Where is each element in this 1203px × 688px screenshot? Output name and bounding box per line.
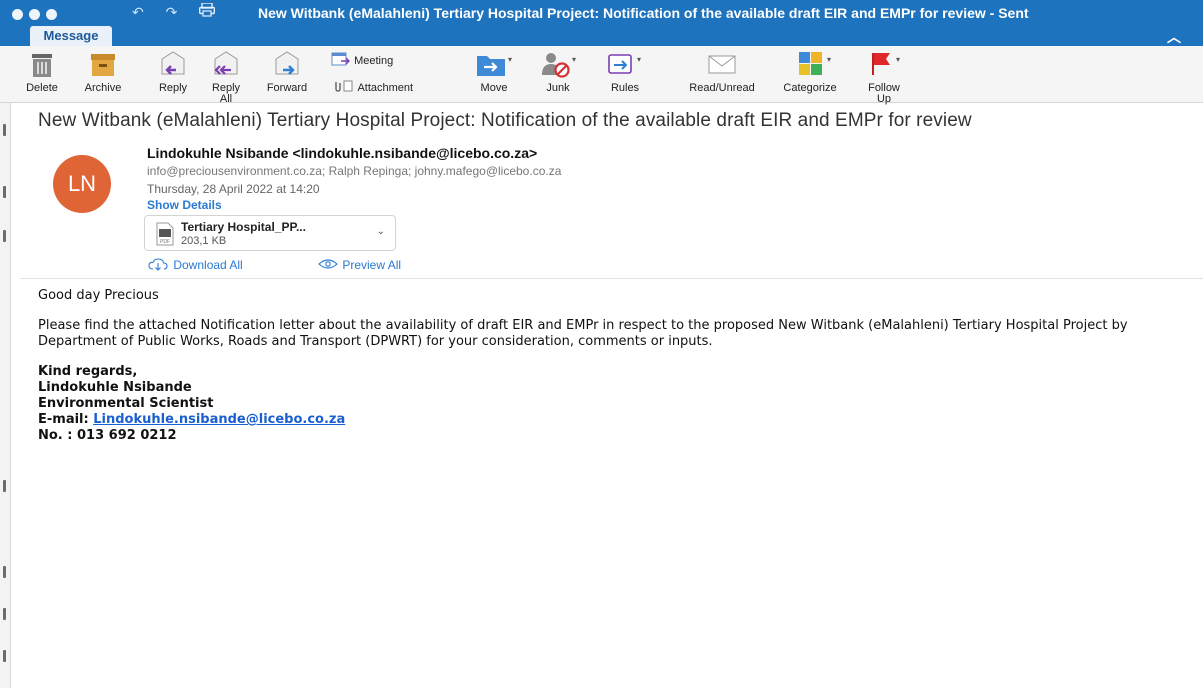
email-link[interactable]: Lindokuhle.nsibande@licebo.co.za <box>93 412 345 427</box>
sender[interactable]: Lindokuhle Nsibande <lindokuhle.nsibande… <box>147 145 537 161</box>
calendar-icon <box>331 52 350 66</box>
preview-all-button[interactable]: Preview All <box>317 258 401 272</box>
categorize-label: Categorize <box>783 82 837 94</box>
reply-all-icon <box>214 51 238 75</box>
meeting-label: Meeting <box>354 55 394 67</box>
edge-marker <box>3 480 6 492</box>
delete-label: Delete <box>26 82 58 94</box>
move-label: Move <box>480 82 508 94</box>
follow-up-button[interactable]: ▾ Follow Up <box>858 49 910 105</box>
redo-icon[interactable]: ↷ <box>166 4 178 20</box>
categorize-button[interactable]: ▾ Categorize <box>774 49 846 94</box>
junk-button[interactable]: ▾ Junk <box>532 49 584 94</box>
attachment-button[interactable]: Attachment <box>331 79 413 94</box>
signature-closing: Kind regards, <box>38 364 138 379</box>
signature-name: Lindokuhle Nsibande <box>38 380 192 395</box>
delete-button[interactable]: Delete <box>24 49 60 94</box>
move-button[interactable]: ▾ Move <box>468 49 520 94</box>
envelope-icon <box>708 55 736 74</box>
window-title: New Witbank (eMalahleni) Tertiary Hospit… <box>258 5 1029 21</box>
signature: Kind regards, Lindokuhle Nsibande Enviro… <box>38 364 1188 444</box>
svg-text:▾: ▾ <box>572 55 576 64</box>
attachment-name: Tertiary Hospital_PP... <box>181 220 306 234</box>
read-unread-button[interactable]: Read/Unread <box>680 49 764 94</box>
ribbon-tab-row: Message ︿ <box>0 26 1203 46</box>
archive-box-icon <box>91 54 115 76</box>
reply-all-label-2: All <box>219 93 233 105</box>
paperclip-icon <box>335 80 353 92</box>
attachment-label: Attachment <box>357 82 414 94</box>
ribbon-toolbar: Delete Archive Reply Reply All Forward M… <box>0 46 1203 105</box>
header-divider <box>20 278 1203 279</box>
tab-message[interactable]: Message <box>30 26 112 46</box>
zoom-window-button[interactable] <box>46 9 57 20</box>
forward-icon <box>275 51 299 75</box>
edge-marker <box>3 124 6 136</box>
chevron-down-icon[interactable]: ⌄ <box>377 226 385 237</box>
reply-all-button[interactable]: Reply All <box>206 49 246 105</box>
categorize-icon: ▾ <box>799 52 831 75</box>
preview-all-label: Preview All <box>342 258 402 272</box>
pdf-file-icon: PDF <box>156 222 174 246</box>
reply-button[interactable]: Reply <box>155 49 191 94</box>
follow-up-label-2: Up <box>876 93 892 105</box>
attachment-size: 203,1 KB <box>181 235 227 247</box>
forward-label: Forward <box>266 82 308 94</box>
edge-marker <box>3 230 6 242</box>
reply-label: Reply <box>158 82 188 94</box>
collapse-ribbon-icon[interactable]: ︿ <box>1167 27 1181 47</box>
eye-icon <box>318 259 338 269</box>
avatar: LN <box>53 155 111 213</box>
recipients[interactable]: info@preciousenvironment.co.za; Ralph Re… <box>147 164 561 178</box>
signature-role: Environmental Scientist <box>38 396 214 411</box>
trash-icon <box>32 54 52 77</box>
title-bar: ↶ ↷ New Witbank (eMalahleni) Tertiary Ho… <box>0 0 1203 26</box>
body-paragraph: Please find the attached Notification le… <box>38 318 1128 349</box>
rules-button[interactable]: ▾ Rules <box>600 49 650 94</box>
forward-button[interactable]: Forward <box>261 49 313 94</box>
signature-email-line: E-mail: Lindokuhle.nsibande@licebo.co.za <box>38 412 1188 428</box>
window-controls <box>12 7 63 25</box>
rules-label: Rules <box>610 82 640 94</box>
cloud-download-icon <box>148 258 168 271</box>
download-all-label: Download All <box>173 258 243 272</box>
attachment-card[interactable]: PDF Tertiary Hospital_PP... 203,1 KB ⌄ <box>144 215 396 251</box>
print-icon[interactable] <box>199 2 216 20</box>
flag-icon: ▾ <box>872 53 900 75</box>
edge-marker <box>3 566 6 578</box>
window-edge <box>0 0 11 688</box>
junk-label: Junk <box>546 82 570 94</box>
message-subject: New Witbank (eMalahleni) Tertiary Hospit… <box>38 110 972 131</box>
junk-icon: ▾ <box>542 53 576 78</box>
edge-marker <box>3 608 6 620</box>
quick-access-toolbar: ↶ ↷ <box>132 2 233 21</box>
message-body: Good day Precious Please find the attach… <box>38 288 1188 444</box>
rules-icon: ▾ <box>608 54 641 74</box>
close-window-button[interactable] <box>12 9 23 20</box>
meeting-button[interactable]: Meeting <box>331 52 393 67</box>
edge-marker <box>3 650 6 662</box>
email-label: E-mail: <box>38 412 94 427</box>
show-details-link[interactable]: Show Details <box>147 198 222 212</box>
move-folder-icon: ▾ <box>477 55 512 76</box>
minimize-window-button[interactable] <box>29 9 40 20</box>
svg-text:▾: ▾ <box>896 55 900 64</box>
edge-marker <box>3 186 6 198</box>
download-all-button[interactable]: Download All <box>148 258 243 272</box>
svg-text:▾: ▾ <box>827 55 831 64</box>
signature-phone: No. : 013 692 0212 <box>38 428 177 443</box>
svg-text:▾: ▾ <box>637 55 641 64</box>
svg-text:▾: ▾ <box>508 55 512 64</box>
archive-button[interactable]: Archive <box>78 49 128 94</box>
archive-label: Archive <box>84 82 122 94</box>
read-unread-label: Read/Unread <box>689 82 755 94</box>
svg-text:PDF: PDF <box>160 239 170 245</box>
message-date: Thursday, 28 April 2022 at 14:20 <box>147 182 320 196</box>
undo-icon[interactable]: ↶ <box>132 4 144 20</box>
greeting: Good day Precious <box>38 288 159 303</box>
reply-icon <box>161 51 185 75</box>
